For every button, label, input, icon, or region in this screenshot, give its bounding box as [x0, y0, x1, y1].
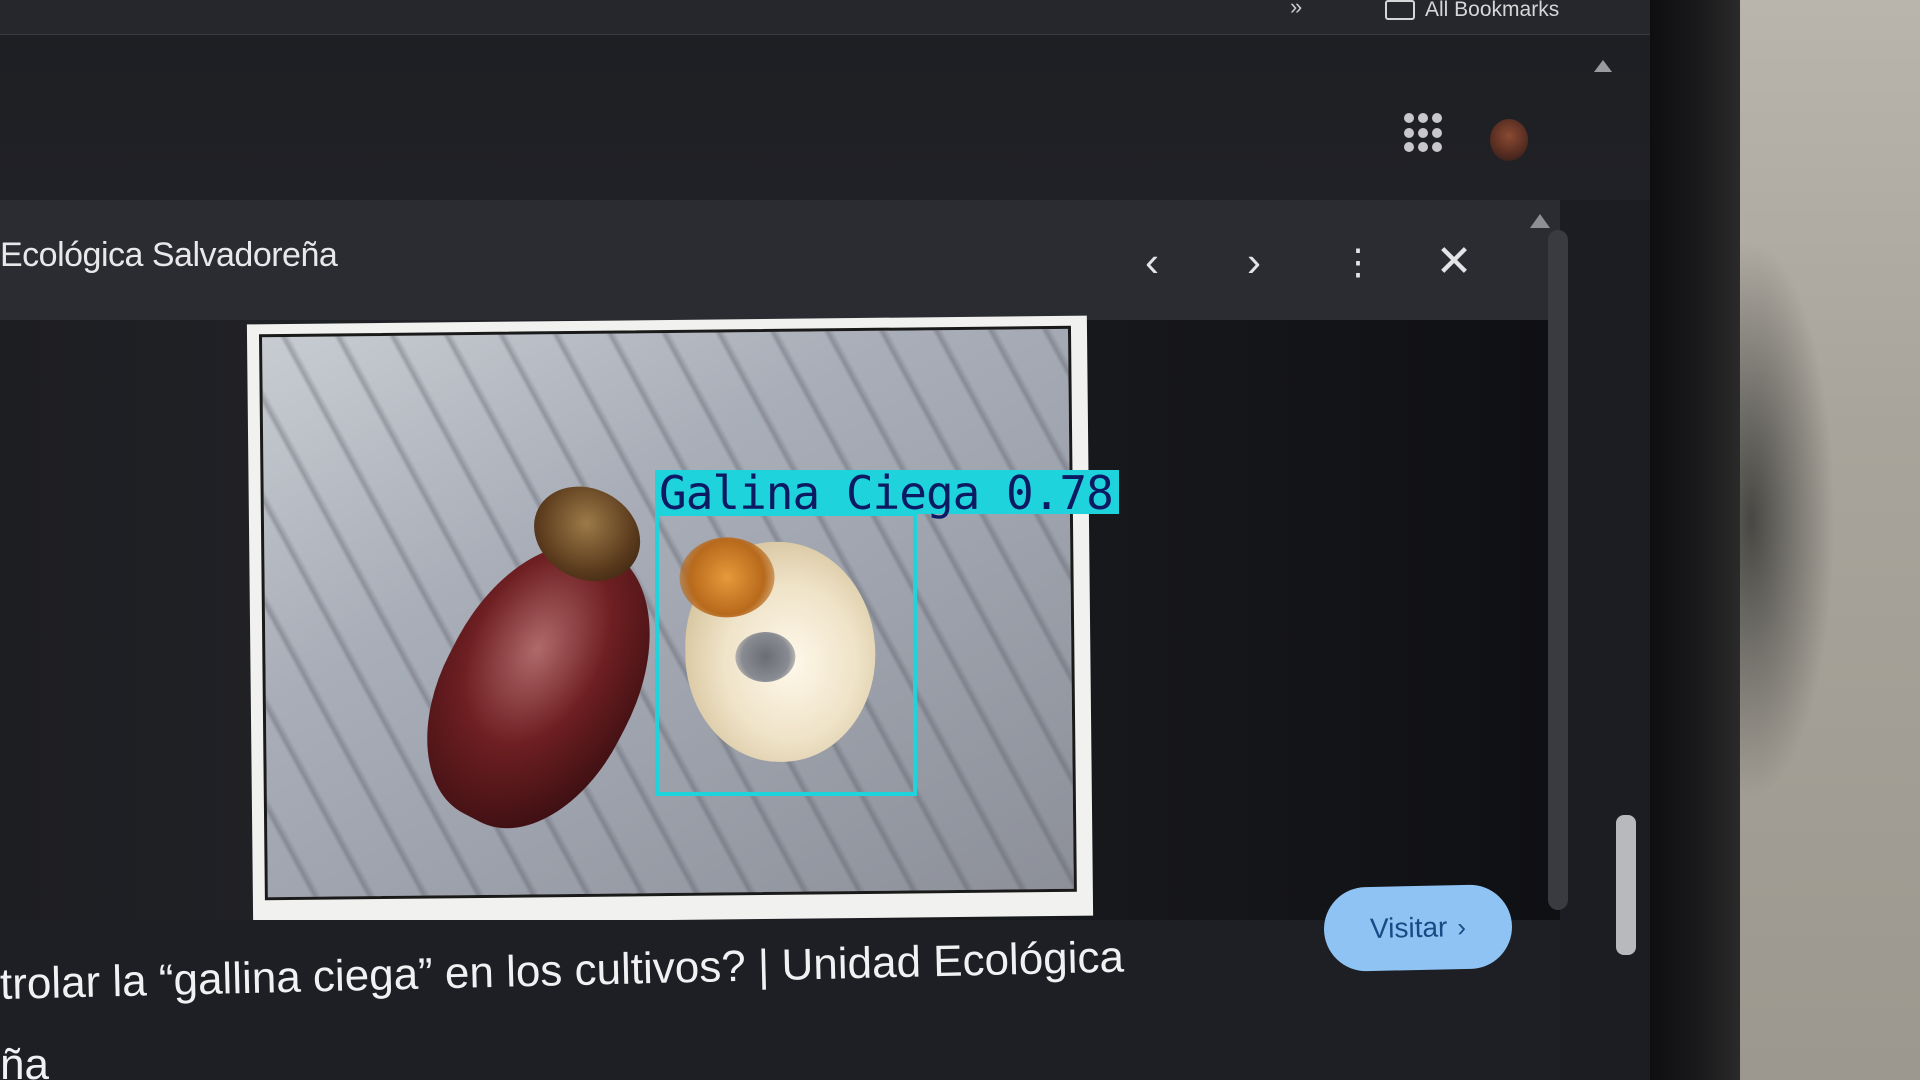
- all-bookmarks-label: All Bookmarks: [1425, 0, 1560, 21]
- visit-button[interactable]: Visitar ›: [1323, 884, 1513, 972]
- detection-bounding-box: [655, 512, 917, 796]
- panel-scrollbar[interactable]: [1548, 230, 1568, 910]
- next-image-button[interactable]: ›: [1232, 240, 1276, 284]
- visit-button-label: Visitar: [1369, 911, 1448, 945]
- bookmarks-bar: » All Bookmarks: [0, 0, 1650, 35]
- avatar[interactable]: [1490, 119, 1528, 161]
- more-options-icon[interactable]: ⋮: [1334, 240, 1378, 284]
- viewer-source-title[interactable]: Ecológica Salvadoreña: [0, 236, 338, 275]
- bookmarks-overflow-icon[interactable]: »: [1290, 0, 1302, 20]
- apps-grid-icon[interactable]: [1404, 113, 1444, 153]
- close-viewer-button[interactable]: ✕: [1432, 240, 1476, 284]
- previous-image-button[interactable]: ‹: [1130, 240, 1174, 284]
- page-header: [0, 35, 1650, 200]
- all-bookmarks-button[interactable]: All Bookmarks: [1385, 0, 1559, 22]
- folder-icon: [1385, 0, 1415, 20]
- panel-scroll-up-icon[interactable]: [1530, 214, 1550, 228]
- page-scroll-up-icon[interactable]: [1594, 60, 1612, 72]
- result-caption-link-continued[interactable]: ña: [0, 1040, 49, 1080]
- laptop-bezel: [1640, 0, 1740, 1080]
- beetle-figure: [387, 507, 695, 862]
- viewer-header: Ecológica Salvadoreña ‹ › ⋮ ✕: [0, 200, 1560, 320]
- detection-label: Galina Ciega 0.78: [655, 470, 1119, 516]
- chevron-right-icon: ›: [1456, 911, 1467, 942]
- page-scrollbar-thumb[interactable]: [1616, 815, 1636, 955]
